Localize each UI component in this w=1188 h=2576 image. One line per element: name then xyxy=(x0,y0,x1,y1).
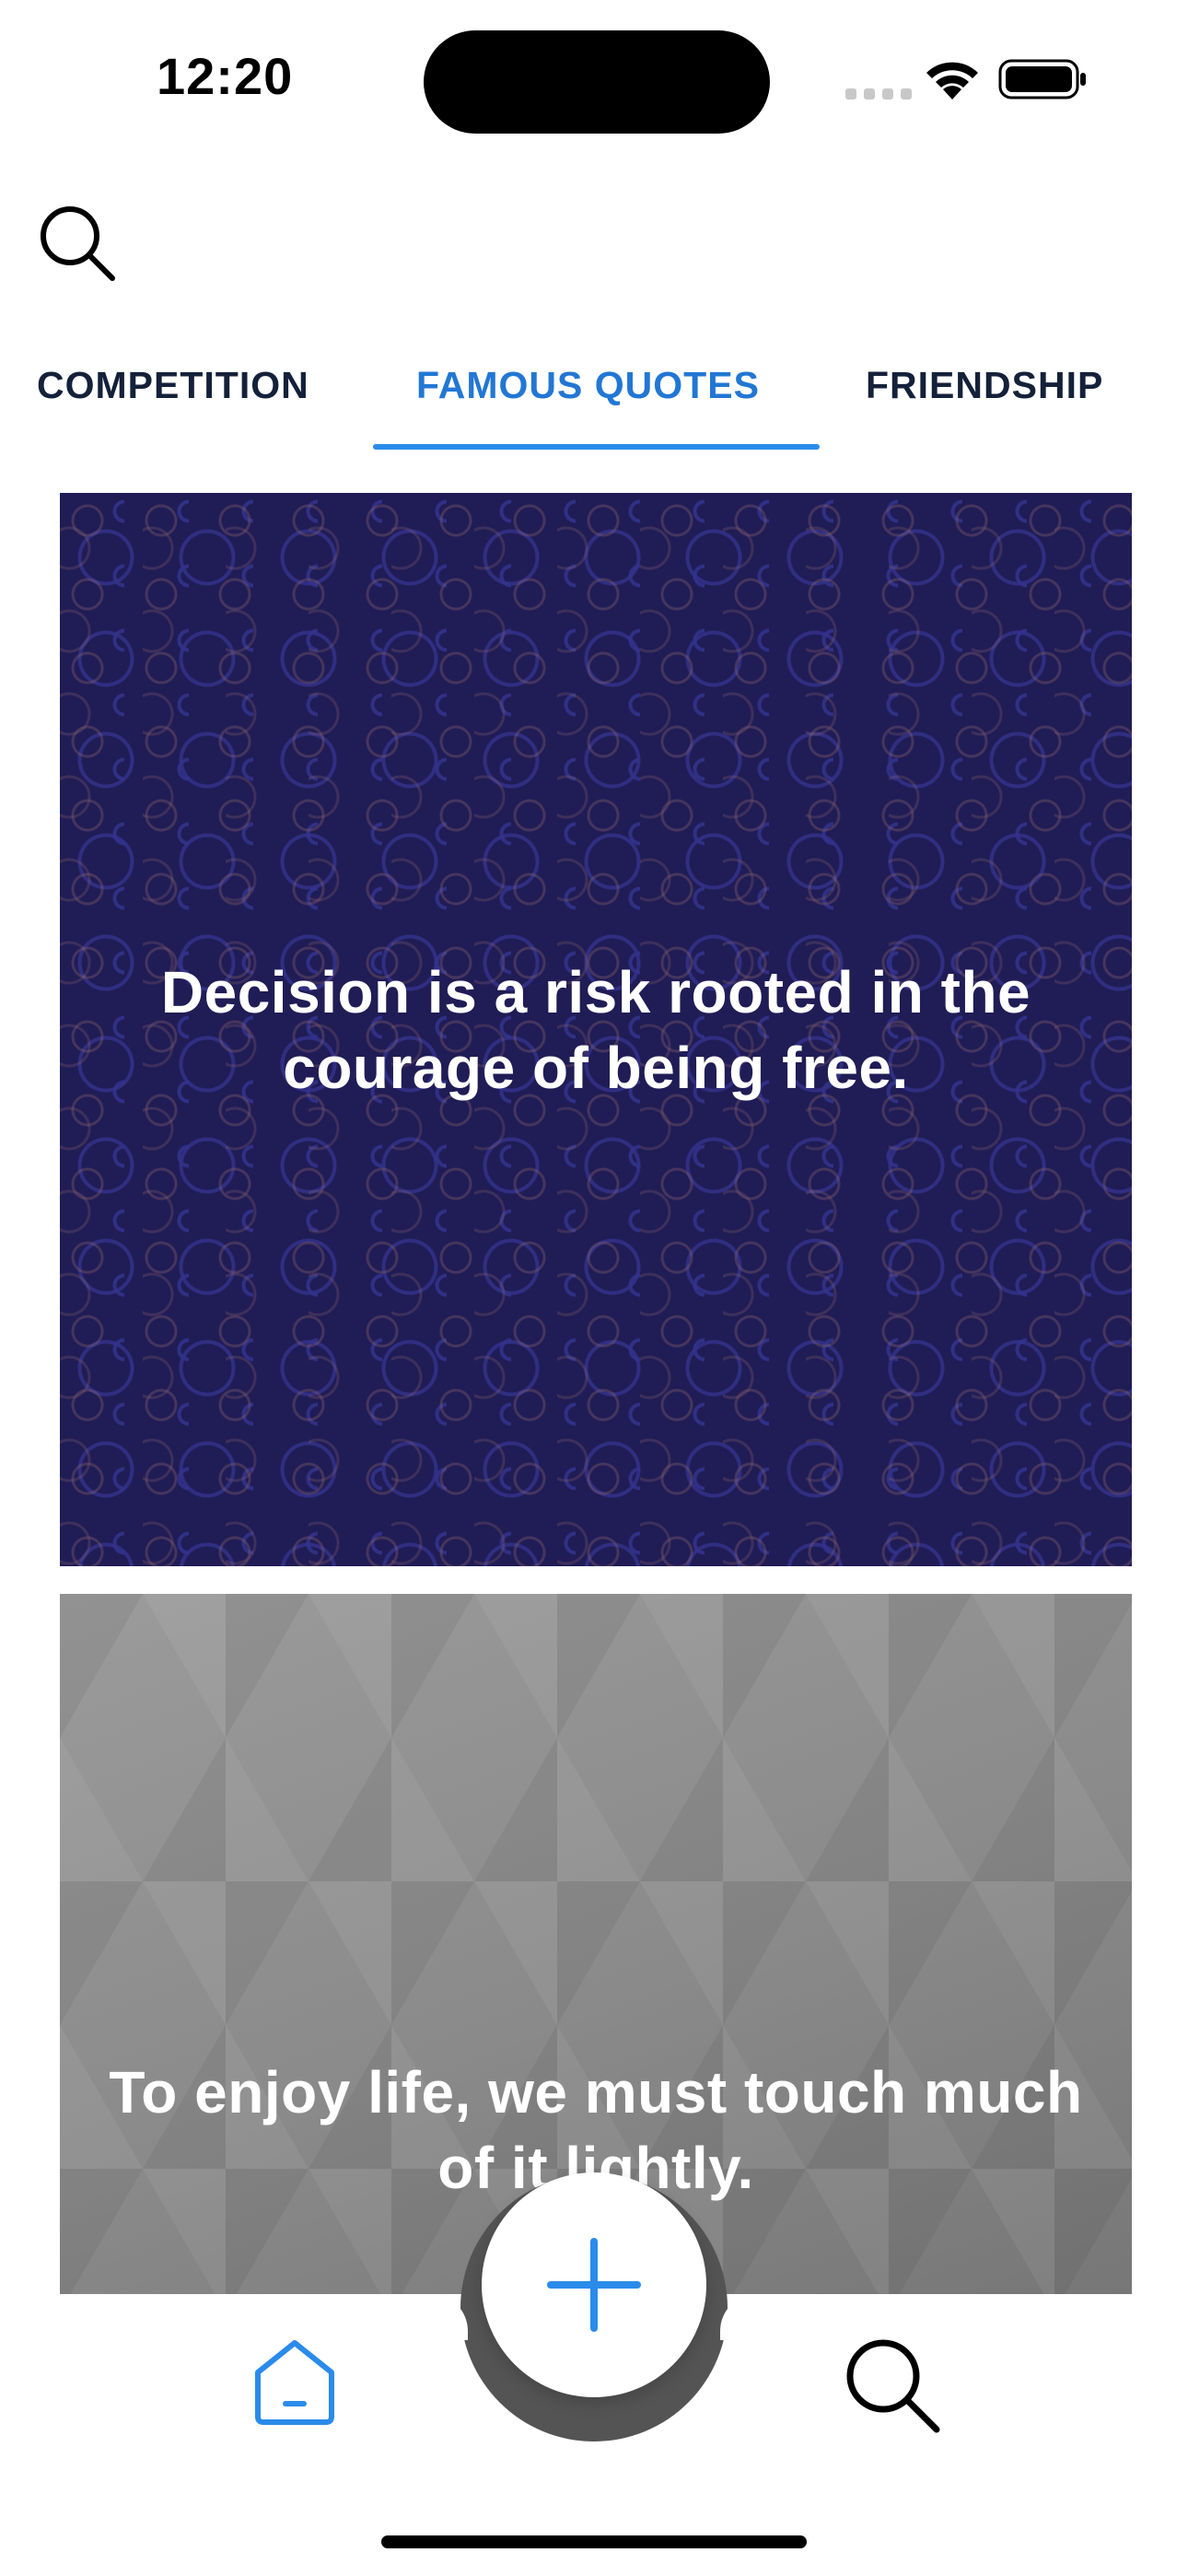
tab-competition[interactable]: COMPETITION xyxy=(37,364,309,407)
quote-text: Decision is a risk rooted in the courage… xyxy=(160,958,1031,1101)
quote-card[interactable]: Decision is a risk rooted in the courage… xyxy=(60,493,1132,1566)
wifi-icon xyxy=(926,62,978,100)
home-icon[interactable] xyxy=(249,2336,341,2428)
status-time: 12:20 xyxy=(157,47,294,105)
search-icon[interactable] xyxy=(37,203,120,286)
search-tab-icon[interactable] xyxy=(843,2336,944,2437)
active-tab-indicator xyxy=(373,444,820,450)
home-indicator xyxy=(381,2535,807,2548)
add-button[interactable] xyxy=(482,2172,706,2397)
battery-icon xyxy=(998,59,1086,100)
tab-famous-quotes[interactable]: FAMOUS QUOTES xyxy=(416,364,760,407)
cellular-signal-icon xyxy=(845,88,912,100)
plus-icon xyxy=(547,2238,641,2332)
dynamic-island xyxy=(424,30,770,134)
tab-friendship[interactable]: FRIENDSHIP xyxy=(866,364,1103,407)
